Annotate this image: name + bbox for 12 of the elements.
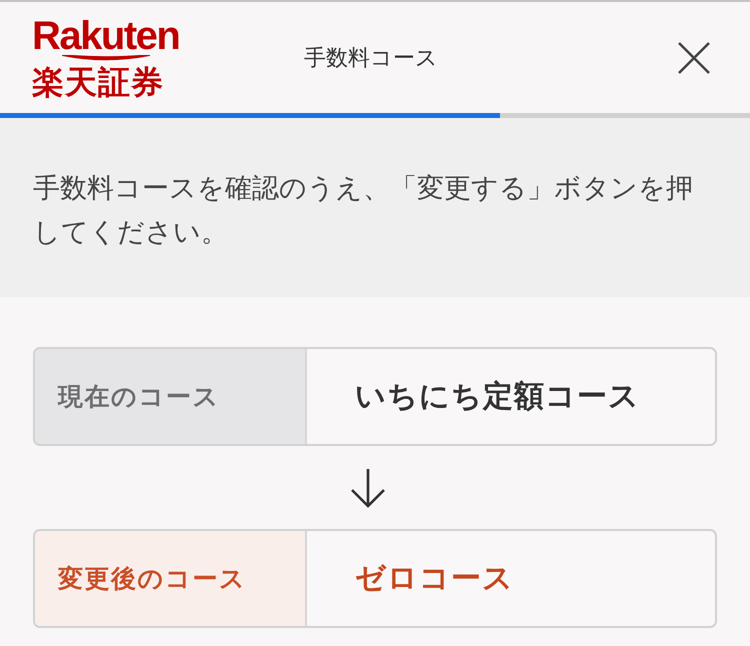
down-arrow-icon <box>350 468 386 508</box>
course-name: いちにち定額コース <box>355 379 640 415</box>
close-icon <box>678 42 710 74</box>
course-name: ゼロコース <box>355 561 514 597</box>
course-label: 現在のコース <box>35 349 307 444</box>
logo-subtitle: 楽天証券 <box>32 62 164 100</box>
logo-swoosh-icon <box>62 54 150 62</box>
instruction-text: 手数料コースを確認のうえ、「変更する」ボタンを押してください。 <box>33 172 694 249</box>
close-button[interactable] <box>678 42 710 74</box>
logo-wordmark: Rakuten <box>32 16 180 54</box>
page-title: 手数料コース <box>304 44 438 72</box>
course-label: 変更後のコース <box>35 531 307 626</box>
